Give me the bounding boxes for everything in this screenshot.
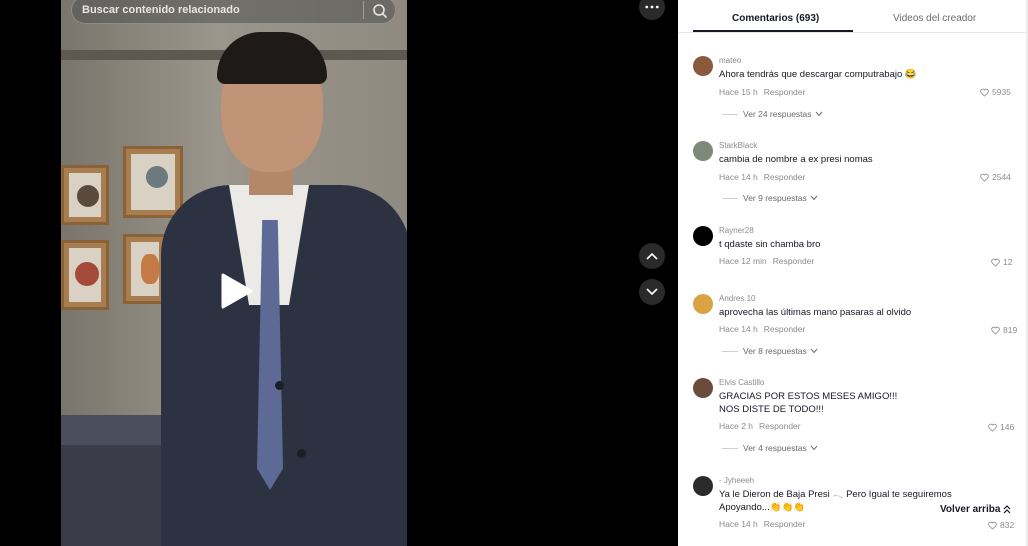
comment-username[interactable]: - Jyheeeh [719,476,754,485]
heart-icon [991,258,1000,267]
search-input[interactable]: Buscar contenido relacionado [82,4,352,16]
comment-time: Hace 15 h [719,87,758,97]
like-count: 832 [1000,520,1015,530]
search-divider [363,1,364,19]
video-frame-3 [61,240,109,310]
like-count: 12 [1003,257,1013,267]
heart-icon [991,326,1000,335]
suit-button [297,449,306,458]
reply-button[interactable]: Responder [764,87,806,97]
chevron-down-icon [810,348,818,354]
suit-button [275,381,284,390]
like-button[interactable]: 5935 [980,87,1011,97]
reply-button[interactable]: Responder [759,421,801,431]
comment-username[interactable]: Elvis Castillo [719,378,764,387]
avatar[interactable] [693,141,713,161]
like-button[interactable]: 819 [991,325,1017,335]
more-options-button[interactable] [639,0,665,20]
tab-comments[interactable]: Comentarios (693) [732,13,819,24]
replies-line [722,350,738,352]
like-button[interactable]: 2544 [980,172,1011,182]
comment-text: Ya le Dieron de Baja Presi 𓂃 Pero Igual … [719,489,952,500]
view-replies-button[interactable]: Ver 24 respuestas [722,109,823,119]
avatar[interactable] [693,378,713,398]
search-icon[interactable] [370,1,390,21]
video-stage: Buscar contenido relacionado [0,0,678,546]
chevron-down-icon [810,195,818,201]
comment-meta: Hace 15 h Responder [719,87,805,97]
reply-button[interactable]: Responder [764,324,806,334]
comment-username[interactable]: Rayner28 [719,226,754,235]
play-icon[interactable] [220,272,254,310]
replies-line [722,113,738,115]
video-frame-2 [123,146,183,218]
avatar[interactable] [693,294,713,314]
heart-icon [980,88,989,97]
comment-text: Ahora tendrás que descargar computrabajo… [719,69,917,80]
like-count: 2544 [992,172,1011,182]
like-count: 146 [1000,422,1015,432]
replies-line [722,197,738,199]
comment-username[interactable]: StarkBlack [719,141,757,150]
panel-tabs: Comentarios (693) Videos del creador [678,0,1028,33]
comment-username[interactable]: Andres.10 [719,294,755,303]
chevron-down-icon [646,288,658,296]
replies-label: Ver 4 respuestas [743,443,807,453]
like-button[interactable]: 832 [988,520,1014,530]
active-tab-indicator [693,30,853,32]
comment-time: Hace 14 h [719,324,758,334]
replies-line [722,447,738,449]
previous-video-button[interactable] [639,243,665,269]
comment-time: Hace 12 min [719,256,767,266]
comment-time: Hace 14 h [719,519,758,529]
comment-meta: Hace 14 h Responder [719,519,805,529]
replies-label: Ver 24 respuestas [743,109,812,119]
back-to-top-label: Volver arriba [940,504,1001,515]
heart-icon [988,521,997,530]
avatar[interactable] [693,476,713,496]
like-count: 5935 [992,87,1011,97]
view-replies-button[interactable]: Ver 4 respuestas [722,443,818,453]
comment-text-line-2: NOS DISTE DE TODO!!! [719,404,824,415]
replies-label: Ver 9 respuestas [743,193,807,203]
comment-time: Hace 2 h [719,421,754,431]
search-bar[interactable]: Buscar contenido relacionado [71,0,396,24]
avatar[interactable] [693,56,713,76]
reply-button[interactable]: Responder [764,519,806,529]
chevron-down-icon [815,111,822,117]
comment-meta: Hace 12 min Responder [719,256,814,266]
heart-icon [988,423,997,432]
chevron-down-icon [810,445,818,451]
comment-text: aprovecha las últimas mano pasaras al ol… [719,307,912,318]
reply-button[interactable]: Responder [764,172,806,182]
comment-meta: Hace 14 h Responder [719,324,805,334]
like-count: 819 [1003,325,1018,335]
chevron-up-icon [646,252,658,260]
avatar[interactable] [693,226,713,246]
view-replies-button[interactable]: Ver 9 respuestas [722,193,818,203]
like-button[interactable]: 146 [988,422,1014,432]
comment-meta: Hace 14 h Responder [719,172,805,182]
comment-text: cambia de nombre a ex presi nomas [719,154,873,165]
comment-time: Hace 14 h [719,172,758,182]
comment-meta: Hace 2 h Responder [719,421,801,431]
more-icon [645,5,659,9]
like-button[interactable]: 12 [991,257,1012,267]
comment-username[interactable]: mateo [719,56,741,65]
view-replies-button[interactable]: Ver 8 respuestas [722,346,818,356]
double-chevron-up-icon [1003,505,1011,514]
comments-panel: Comentarios (693) Videos del creador mat… [678,0,1028,546]
heart-icon [980,173,989,182]
reply-button[interactable]: Responder [773,256,815,266]
comment-text: t qdaste sin chamba bro [719,239,821,250]
video-frame-1 [61,165,109,225]
back-to-top-button[interactable]: Volver arriba [936,504,1016,515]
tab-creator-videos[interactable]: Videos del creador [893,13,976,24]
replies-label: Ver 8 respuestas [743,346,807,356]
next-video-button[interactable] [639,279,665,305]
comment-text: GRACIAS POR ESTOS MESES AMIGO!!! [719,391,898,402]
